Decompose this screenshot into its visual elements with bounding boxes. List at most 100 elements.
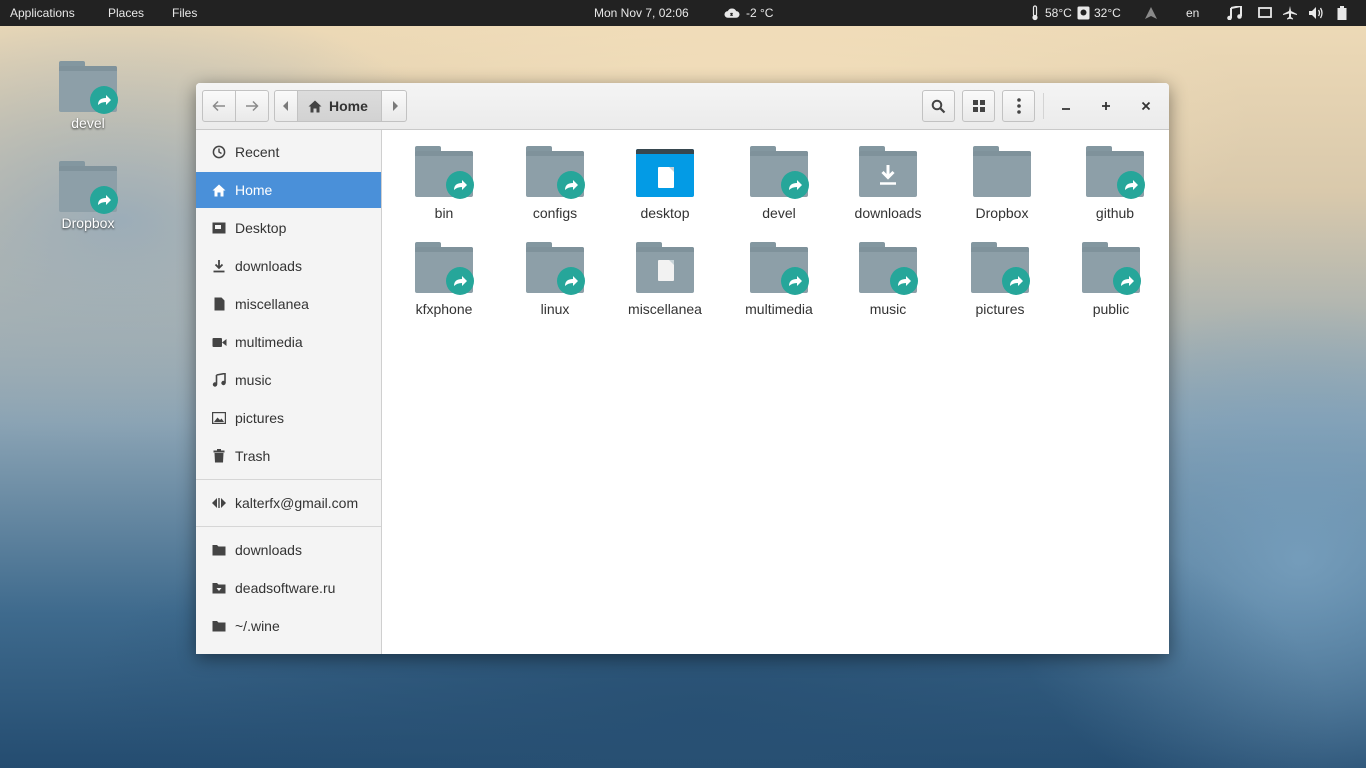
- places-menu[interactable]: Places: [108, 6, 144, 20]
- search-button[interactable]: [922, 90, 955, 122]
- breadcrumb: Home: [274, 90, 407, 122]
- folder-download-icon: [859, 146, 917, 198]
- symlink-arrow-icon: [781, 267, 809, 295]
- folder-link-icon: [526, 242, 585, 295]
- arrow-left-icon: [212, 100, 225, 112]
- header-bar: Home: [196, 83, 1169, 130]
- sidebar-item-label: multimedia: [235, 334, 303, 350]
- folder-link-icon: [526, 146, 585, 199]
- folder-link-icon: [971, 242, 1030, 295]
- triangle-right-icon: [392, 101, 398, 111]
- battery-icon[interactable]: [1334, 5, 1350, 21]
- folder-link-icon: [415, 242, 474, 295]
- sidebar-item-label: kalterfx@gmail.com: [235, 495, 359, 511]
- folder-link-icon: [1086, 146, 1145, 199]
- file-item-devel[interactable]: devel: [727, 146, 831, 221]
- file-label: pictures: [975, 301, 1025, 317]
- sidebar-item-label: downloads: [235, 542, 302, 558]
- file-item-pictures[interactable]: pictures: [948, 242, 1052, 317]
- file-item-desktop[interactable]: desktop: [613, 146, 717, 221]
- trash-icon: [211, 448, 227, 464]
- view-mode-button[interactable]: [962, 90, 995, 122]
- sidebar-item-label: Recent: [235, 144, 280, 160]
- file-item-music[interactable]: music: [836, 242, 940, 317]
- breadcrumb-home[interactable]: Home: [297, 91, 382, 121]
- file-item-public[interactable]: public: [1059, 242, 1163, 317]
- arch-logo-icon[interactable]: [1143, 5, 1159, 21]
- file-item-miscellanea[interactable]: miscellanea: [613, 242, 717, 317]
- applications-menu[interactable]: Applications: [10, 6, 75, 20]
- sidebar-item-downloads[interactable]: downloads: [196, 248, 381, 284]
- sidebar-item-miscellanea[interactable]: miscellanea: [196, 286, 381, 322]
- minimize-icon: [1062, 108, 1070, 110]
- sidebar-item-bookmark-wine[interactable]: ~/.wine: [196, 608, 381, 644]
- sidebar-item-label: deadsoftware.ru: [235, 580, 336, 596]
- breadcrumb-home-label: Home: [329, 98, 368, 114]
- file-item-dropbox[interactable]: Dropbox: [950, 146, 1054, 221]
- breadcrumb-right-button[interactable]: [383, 91, 406, 121]
- desktop-icon-dropbox[interactable]: Dropbox: [48, 161, 128, 231]
- menu-button[interactable]: [1002, 90, 1035, 122]
- sidebar-separator: [196, 526, 381, 527]
- sidebar-item-pictures[interactable]: pictures: [196, 400, 381, 436]
- desktop-icon-label: devel: [71, 115, 105, 131]
- file-item-configs[interactable]: configs: [503, 146, 607, 221]
- sidebar-item-label: Desktop: [235, 220, 287, 236]
- file-item-kfxphone[interactable]: kfxphone: [392, 242, 496, 317]
- back-button[interactable]: [202, 90, 236, 122]
- airplane-mode-icon[interactable]: [1282, 5, 1298, 21]
- sidebar-item-desktop[interactable]: Desktop: [196, 210, 381, 246]
- music-note-icon[interactable]: [1226, 5, 1242, 21]
- folder-link-icon: [59, 161, 118, 214]
- desktop-icon-devel[interactable]: devel: [48, 61, 128, 131]
- close-button[interactable]: [1131, 90, 1161, 122]
- sidebar-item-music[interactable]: music: [196, 362, 381, 398]
- symlink-arrow-icon: [890, 267, 918, 295]
- sidebar-item-recent[interactable]: Recent: [196, 134, 381, 170]
- keyboard-layout[interactable]: en: [1186, 6, 1199, 20]
- sidebar-item-trash[interactable]: Trash: [196, 438, 381, 474]
- file-item-linux[interactable]: linux: [503, 242, 607, 317]
- sidebar-item-label: Trash: [235, 448, 271, 464]
- sidebar-item-bookmark-downloads[interactable]: downloads: [196, 532, 381, 568]
- top-panel: Applications Places Files Mon Nov 7, 02:…: [0, 0, 1366, 26]
- image-icon: [211, 410, 227, 426]
- file-label: downloads: [854, 205, 922, 221]
- kebab-menu-icon: [1016, 98, 1021, 114]
- folder-remote-icon: [211, 580, 227, 596]
- triangle-left-icon: [283, 101, 288, 111]
- file-label: miscellanea: [628, 301, 702, 317]
- symlink-arrow-icon: [446, 267, 474, 295]
- sidebar-item-home[interactable]: Home: [196, 172, 381, 208]
- forward-button[interactable]: [235, 90, 269, 122]
- file-label: github: [1095, 205, 1135, 221]
- sidebar-item-label: ~/.wine: [235, 618, 280, 634]
- sidebar-item-network-share[interactable]: kalterfx@gmail.com: [196, 485, 381, 521]
- file-item-github[interactable]: github: [1063, 146, 1167, 221]
- breadcrumb-left-button[interactable]: [275, 91, 297, 121]
- minimize-button[interactable]: [1051, 90, 1081, 122]
- maximize-button[interactable]: [1091, 90, 1121, 122]
- files-menu[interactable]: Files: [172, 6, 197, 20]
- file-label: configs: [532, 205, 578, 221]
- symlink-arrow-icon: [1113, 267, 1141, 295]
- file-item-multimedia[interactable]: multimedia: [727, 242, 831, 317]
- volume-icon[interactable]: [1308, 5, 1324, 21]
- desktop-icon: [211, 220, 227, 236]
- sidebar-item-label: miscellanea: [235, 296, 309, 312]
- file-label: linux: [540, 301, 570, 317]
- file-item-downloads[interactable]: downloads: [836, 146, 940, 221]
- disk-temp[interactable]: 32°C: [1094, 6, 1121, 20]
- file-label: bin: [434, 205, 454, 221]
- display-icon[interactable]: [1257, 5, 1273, 21]
- clock[interactable]: Mon Nov 7, 02:06: [594, 6, 689, 20]
- cpu-temp[interactable]: 58°C: [1045, 6, 1072, 20]
- sidebar-item-multimedia[interactable]: multimedia: [196, 324, 381, 360]
- video-icon: [211, 334, 227, 350]
- folder-link-icon: [1082, 242, 1141, 295]
- file-view[interactable]: bin configs desktop devel downloads Drop…: [383, 131, 1169, 654]
- sidebar-item-bookmark-deadsoftware[interactable]: deadsoftware.ru: [196, 570, 381, 606]
- desktop-folder-icon: [636, 146, 694, 198]
- file-item-bin[interactable]: bin: [392, 146, 496, 221]
- weather-temp[interactable]: -2 °C: [746, 6, 773, 20]
